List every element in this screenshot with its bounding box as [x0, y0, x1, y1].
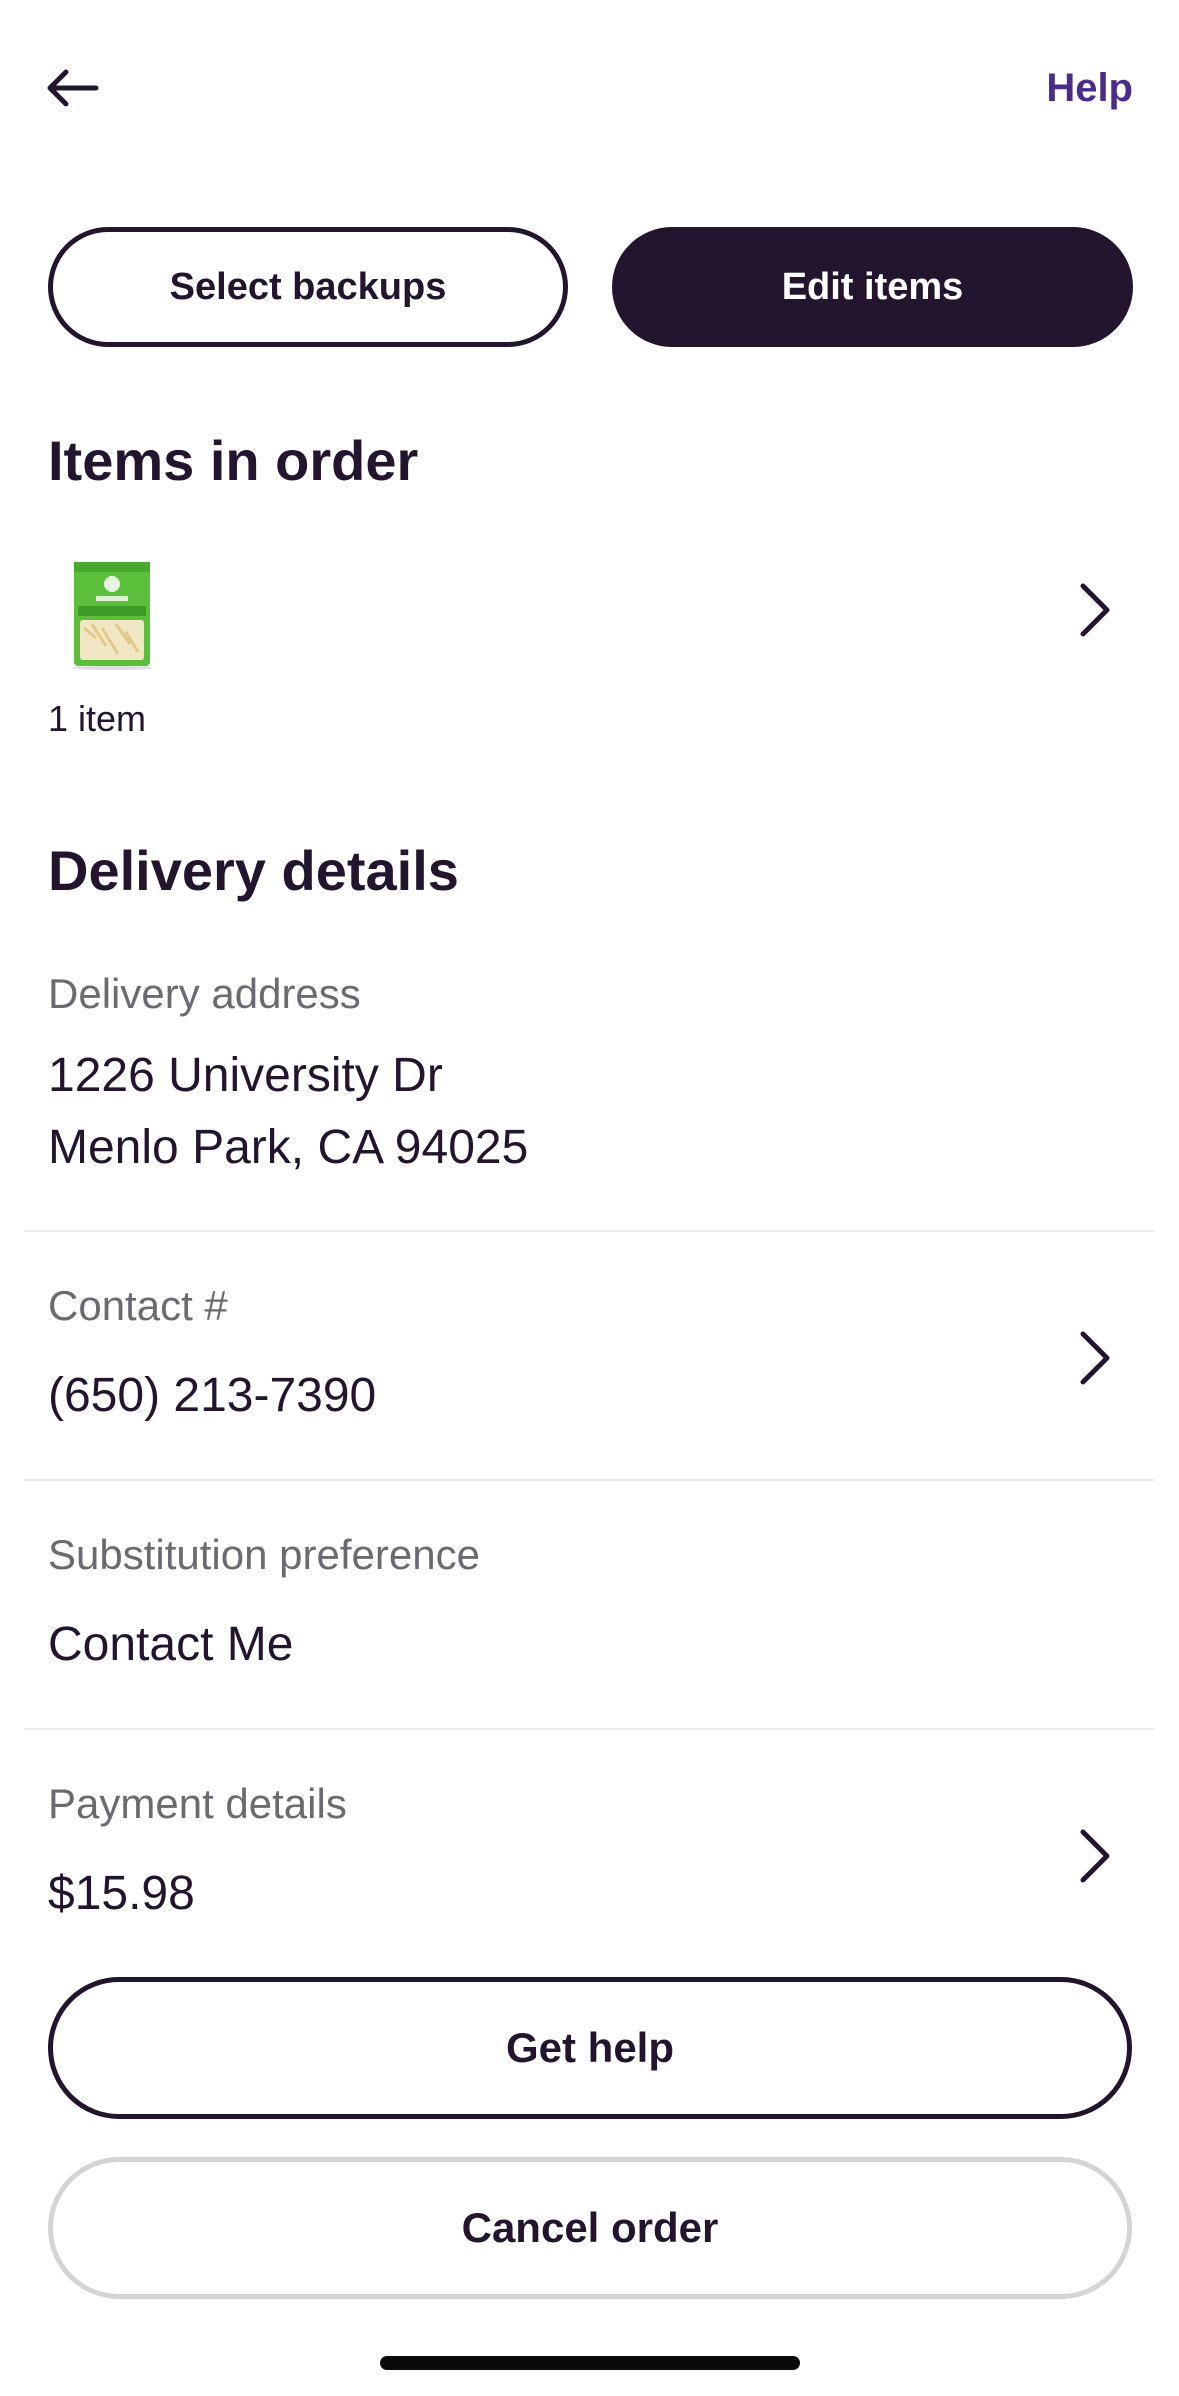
contact-row[interactable]: Contact # (650) 213-7390 [0, 1232, 1179, 1480]
items-count: 1 item [48, 698, 147, 739]
cancel-order-button[interactable]: Cancel order [48, 2157, 1132, 2299]
contact-value: (650) 213-7390 [48, 1369, 377, 1422]
edit-items-button[interactable]: Edit items [612, 227, 1133, 347]
contact-label: Contact # [48, 1282, 228, 1329]
home-indicator [380, 2356, 800, 2370]
items-in-order-row[interactable]: 1 item [0, 540, 1179, 760]
delivery-address-line1: 1226 University Dr [48, 1049, 443, 1102]
delivery-address-line2: Menlo Park, CA 94025 [48, 1121, 529, 1174]
shredded-cheese-bag-image [72, 562, 152, 670]
delivery-address-label: Delivery address [48, 970, 361, 1017]
chevron-right-icon [1080, 1331, 1110, 1385]
delivery-section-title: Delivery details [48, 839, 459, 902]
order-actions: Select backups Edit items [48, 227, 1133, 347]
payment-row[interactable]: Payment details $15.98 [0, 1730, 1179, 1960]
chevron-right-icon [1080, 1829, 1110, 1883]
payment-value: $15.98 [48, 1867, 195, 1920]
substitution-row: Substitution preference Contact Me [0, 1481, 1179, 1729]
payment-label: Payment details [48, 1780, 347, 1827]
get-help-button[interactable]: Get help [48, 1977, 1132, 2119]
back-button[interactable] [44, 62, 100, 114]
order-details-screen: Help Select backups Edit items Items in … [0, 0, 1179, 2396]
substitution-label: Substitution preference [48, 1531, 480, 1578]
help-link[interactable]: Help [1046, 66, 1133, 111]
substitution-value: Contact Me [48, 1618, 294, 1671]
delivery-address-row: Delivery address 1226 University Dr Menl… [0, 960, 1179, 1210]
chevron-right-icon [1080, 583, 1110, 637]
arrow-left-icon [47, 69, 99, 107]
items-section-title: Items in order [48, 429, 419, 492]
select-backups-button[interactable]: Select backups [48, 227, 568, 347]
